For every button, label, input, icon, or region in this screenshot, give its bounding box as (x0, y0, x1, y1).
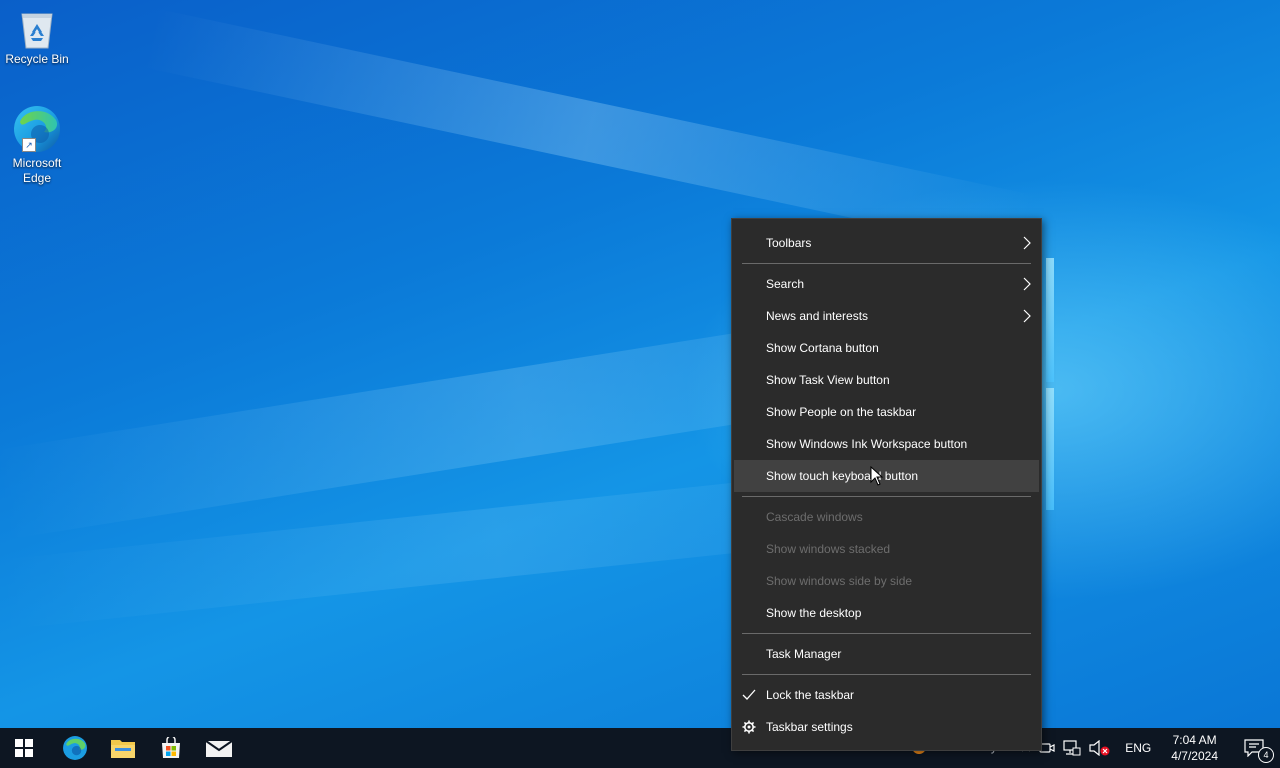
taskbar-edge-button[interactable] (51, 728, 99, 768)
menu-item-label: Taskbar settings (766, 720, 853, 734)
gear-icon (742, 711, 756, 743)
menu-item-show-cortana-button[interactable]: Show Cortana button (732, 332, 1041, 364)
menu-item-label: Task Manager (766, 647, 842, 661)
menu-item-label: Show the desktop (766, 606, 862, 620)
checkmark-icon (742, 679, 756, 711)
menu-item-label: Show windows side by side (766, 574, 913, 588)
menu-item-show-task-view-button[interactable]: Show Task View button (732, 364, 1041, 396)
system-tray: ENG 7:04 AM 4/7/2024 4 (1017, 728, 1280, 768)
clock-date: 4/7/2024 (1171, 749, 1218, 763)
start-icon (15, 739, 33, 757)
chevron-right-icon (1023, 227, 1031, 259)
menu-item-show-touch-keyboard[interactable]: Show touch keyboard button (734, 460, 1039, 492)
network-button[interactable] (1059, 728, 1085, 768)
desktop-icon-label: Recycle Bin (5, 52, 69, 66)
menu-separator (742, 633, 1031, 634)
start-button[interactable] (0, 728, 48, 768)
menu-item-show-windows-ink-workspace[interactable]: Show Windows Ink Workspace button (732, 428, 1041, 460)
mouse-cursor-icon (870, 466, 884, 486)
mail-icon (206, 740, 232, 757)
menu-item-label: Search (766, 277, 805, 291)
menu-item-label: Toolbars (766, 236, 812, 250)
menu-item-label: Show People on the taskbar (766, 405, 917, 419)
volume-button[interactable] (1085, 728, 1115, 768)
network-icon (1063, 740, 1081, 756)
wallpaper-window-pane (1046, 258, 1054, 382)
menu-item-search[interactable]: Search (732, 268, 1041, 300)
menu-separator (742, 674, 1031, 675)
language-text: ENG (1125, 741, 1152, 755)
notification-count-badge: 4 (1258, 747, 1274, 763)
menu-item-label: Lock the taskbar (766, 688, 855, 702)
volume-muted-icon (1089, 740, 1110, 756)
menu-item-label: Show Task View button (766, 373, 890, 387)
clock-time: 7:04 AM (1172, 733, 1217, 747)
menu-item-label: News and interests (766, 309, 869, 323)
desktop-icon-recycle-bin[interactable]: Recycle Bin (0, 8, 74, 67)
menu-item-lock-the-taskbar[interactable]: Lock the taskbar (732, 679, 1041, 711)
wallpaper-window-pane (1046, 388, 1054, 510)
menu-item-toolbars[interactable]: Toolbars (732, 227, 1041, 259)
menu-separator (742, 263, 1031, 264)
taskbar-file-explorer-button[interactable] (99, 728, 147, 768)
desktop-icon-label: Microsoft Edge (12, 156, 62, 185)
store-icon (162, 737, 180, 758)
clock-button[interactable]: 7:04 AM 4/7/2024 (1161, 732, 1228, 764)
desktop[interactable]: Recycle Bin ↗ Microsoft Edge (0, 0, 1280, 728)
taskbar-mail-button[interactable] (195, 728, 243, 768)
chevron-right-icon (1023, 268, 1031, 300)
menu-item-cascade-windows: Cascade windows (732, 501, 1041, 533)
menu-item-label: Show windows stacked (766, 542, 891, 556)
menu-item-show-the-desktop[interactable]: Show the desktop (732, 597, 1041, 629)
menu-item-show-windows-stacked: Show windows stacked (732, 533, 1041, 565)
file-explorer-icon (111, 740, 135, 758)
menu-separator (742, 496, 1031, 497)
edge-icon: ↗ (12, 104, 62, 154)
action-center-button[interactable]: 4 (1228, 728, 1280, 768)
taskbar-store-button[interactable] (147, 728, 195, 768)
menu-item-show-people[interactable]: Show People on the taskbar (732, 396, 1041, 428)
edge-icon (63, 736, 87, 760)
menu-item-taskbar-settings[interactable]: Taskbar settings (732, 711, 1041, 743)
menu-item-label: Show Windows Ink Workspace button (766, 437, 968, 451)
menu-item-label: Show Cortana button (766, 341, 879, 355)
recycle-bin-icon (18, 8, 56, 50)
menu-item-label: Show touch keyboard button (766, 469, 919, 483)
taskbar[interactable]: 10°F Sunny (0, 728, 1280, 768)
desktop-icon-microsoft-edge[interactable]: ↗ Microsoft Edge (0, 104, 74, 186)
menu-item-news-and-interests[interactable]: News and interests (732, 300, 1041, 332)
menu-item-task-manager[interactable]: Task Manager (732, 638, 1041, 670)
language-indicator[interactable]: ENG (1115, 728, 1161, 768)
menu-item-show-windows-side-by-side: Show windows side by side (732, 565, 1041, 597)
chevron-right-icon (1023, 300, 1031, 332)
menu-item-label: Cascade windows (766, 510, 863, 524)
taskbar-context-menu: Toolbars Search News and interests Show … (731, 218, 1042, 751)
shortcut-arrow-icon: ↗ (22, 138, 36, 152)
